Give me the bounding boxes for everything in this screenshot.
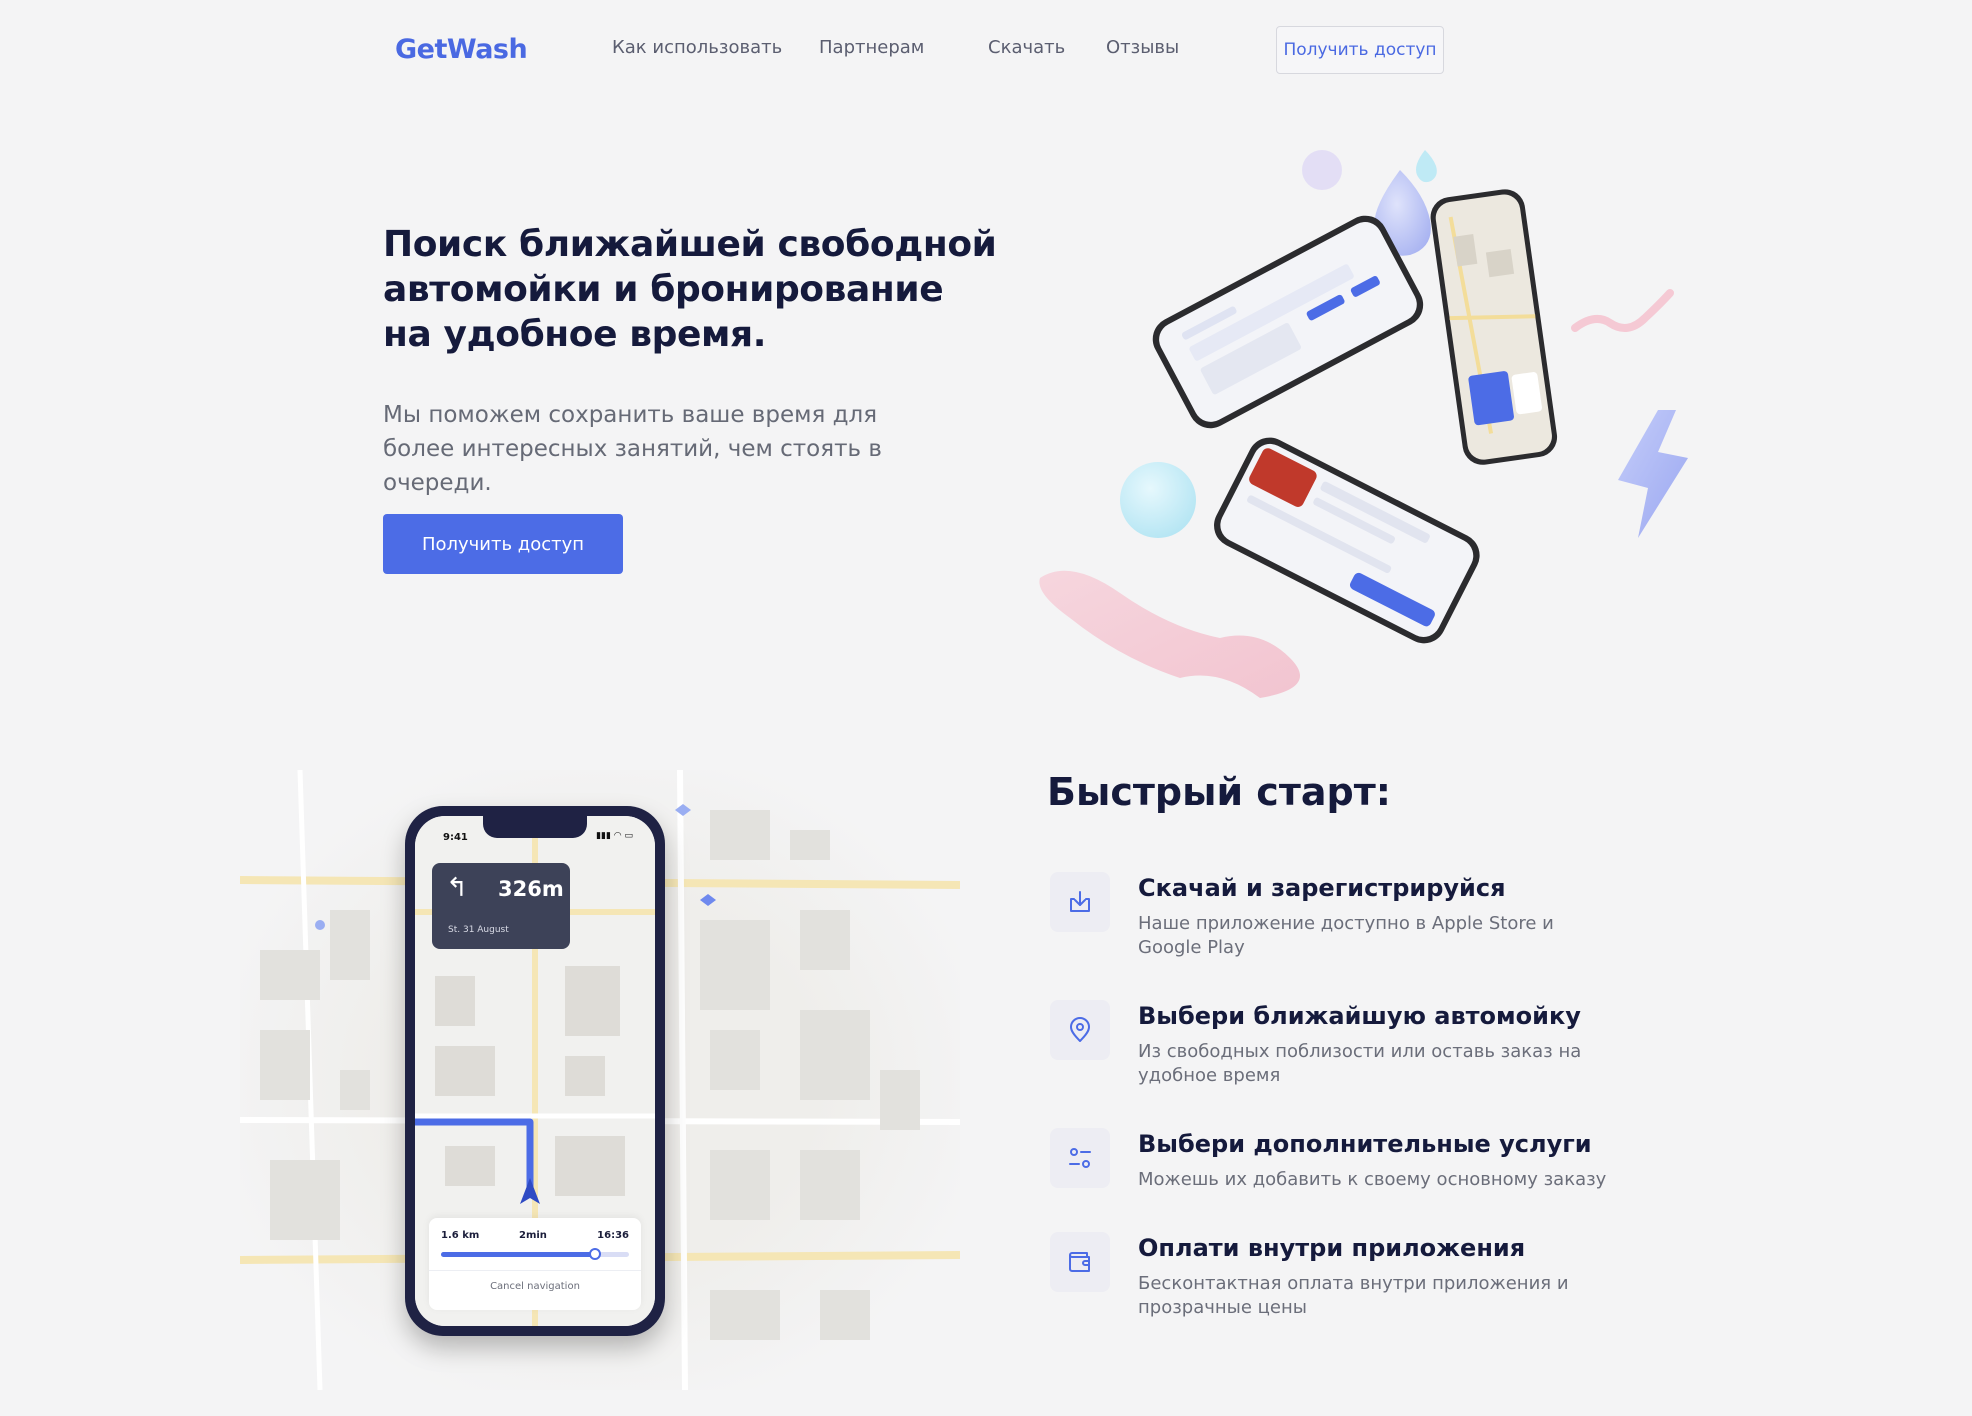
cancel-navigation-button[interactable]: Cancel navigation <box>429 1270 641 1301</box>
pink-squiggle-shape <box>1571 289 1674 332</box>
hero-title: Поиск ближайшей свободной автомойки и бр… <box>383 224 997 355</box>
quick-start-item-desc: Из свободных поблизости или оставь заказ… <box>1138 1041 1582 1086</box>
quick-start-item-desc: Наше приложение доступно в Apple Store и… <box>1138 913 1554 958</box>
nav-link-download[interactable]: Скачать <box>988 37 1065 58</box>
pink-ribbon-shape <box>1039 570 1300 698</box>
phone-screen: 9:41 ▮▮▮ ◠ ▭ ↰ 326m St. 31 August 1.6 km… <box>415 816 655 1326</box>
trip-info-panel: 1.6 km 2min 16:36 Cancel navigation <box>429 1218 641 1310</box>
phone-notch <box>483 816 587 838</box>
small-drop-shape <box>1416 150 1437 183</box>
status-time: 9:41 <box>443 832 468 843</box>
download-icon <box>1050 872 1110 932</box>
quick-start-item-title: Выбери ближайшую автомойку <box>1138 1002 1581 1030</box>
turn-distance: 326m <box>498 877 564 901</box>
turn-left-icon: ↰ <box>446 873 468 903</box>
nav-link-partners[interactable]: Партнерам <box>819 37 924 58</box>
quick-start-item-payment: Оплати внутри приложения Бесконтактная о… <box>1050 1232 1610 1342</box>
quick-start-item-extra-services: Выбери дополнительные услуги Можешь их д… <box>1050 1128 1610 1238</box>
logo[interactable]: GetWash <box>395 34 528 65</box>
turn-instruction-card: ↰ 326m St. 31 August <box>432 863 570 949</box>
blue-bubble-shape <box>1120 462 1196 538</box>
quick-start-item-choose-wash: Выбери ближайшую автомойку Из свободных … <box>1050 1000 1610 1110</box>
settings-sliders-icon <box>1050 1128 1110 1188</box>
navigation-phone-mockup: 9:41 ▮▮▮ ◠ ▭ ↰ 326m St. 31 August 1.6 km… <box>405 806 665 1336</box>
hero-subtitle: Мы поможем сохранить ваше время для боле… <box>383 402 882 496</box>
location-pin-icon <box>1050 1000 1110 1060</box>
hero-phones-illustration <box>1039 150 1688 698</box>
quick-start-item-title: Выбери дополнительные услуги <box>1138 1130 1592 1158</box>
trip-progress-bar <box>441 1248 629 1260</box>
header-get-access-button[interactable]: Получить доступ <box>1276 26 1444 74</box>
quick-start-item-title: Оплати внутри приложения <box>1138 1234 1526 1262</box>
quick-start-item-download: Скачай и зарегистрируйся Наше приложение… <box>1050 872 1610 982</box>
trip-progress-fill <box>441 1252 596 1257</box>
trip-arrival-time: 16:36 <box>597 1230 629 1241</box>
lightning-shape <box>1618 410 1688 538</box>
street-name: St. 31 August <box>448 925 509 935</box>
trip-progress-knob[interactable] <box>589 1248 602 1260</box>
trip-duration: 2min <box>519 1230 547 1241</box>
wallet-icon <box>1050 1232 1110 1292</box>
purple-bubble-shape <box>1302 150 1342 190</box>
status-signal-icon: ▮▮▮ ◠ ▭ <box>596 831 633 841</box>
quick-start-item-title: Скачай и зарегистрируйся <box>1138 874 1506 902</box>
quick-start-title: Быстрый старт: <box>1047 770 1391 814</box>
map-marker-icon <box>315 920 325 930</box>
hero-get-access-button[interactable]: Получить доступ <box>383 514 623 574</box>
trip-distance: 1.6 km <box>441 1230 480 1241</box>
quick-start-item-desc: Можешь их добавить к своему основному за… <box>1138 1169 1607 1190</box>
nav-link-how-to-use[interactable]: Как использовать <box>612 37 782 58</box>
nav-link-reviews[interactable]: Отзывы <box>1106 37 1179 58</box>
quick-start-item-desc: Бесконтактная оплата внутри приложения и… <box>1138 1273 1569 1318</box>
